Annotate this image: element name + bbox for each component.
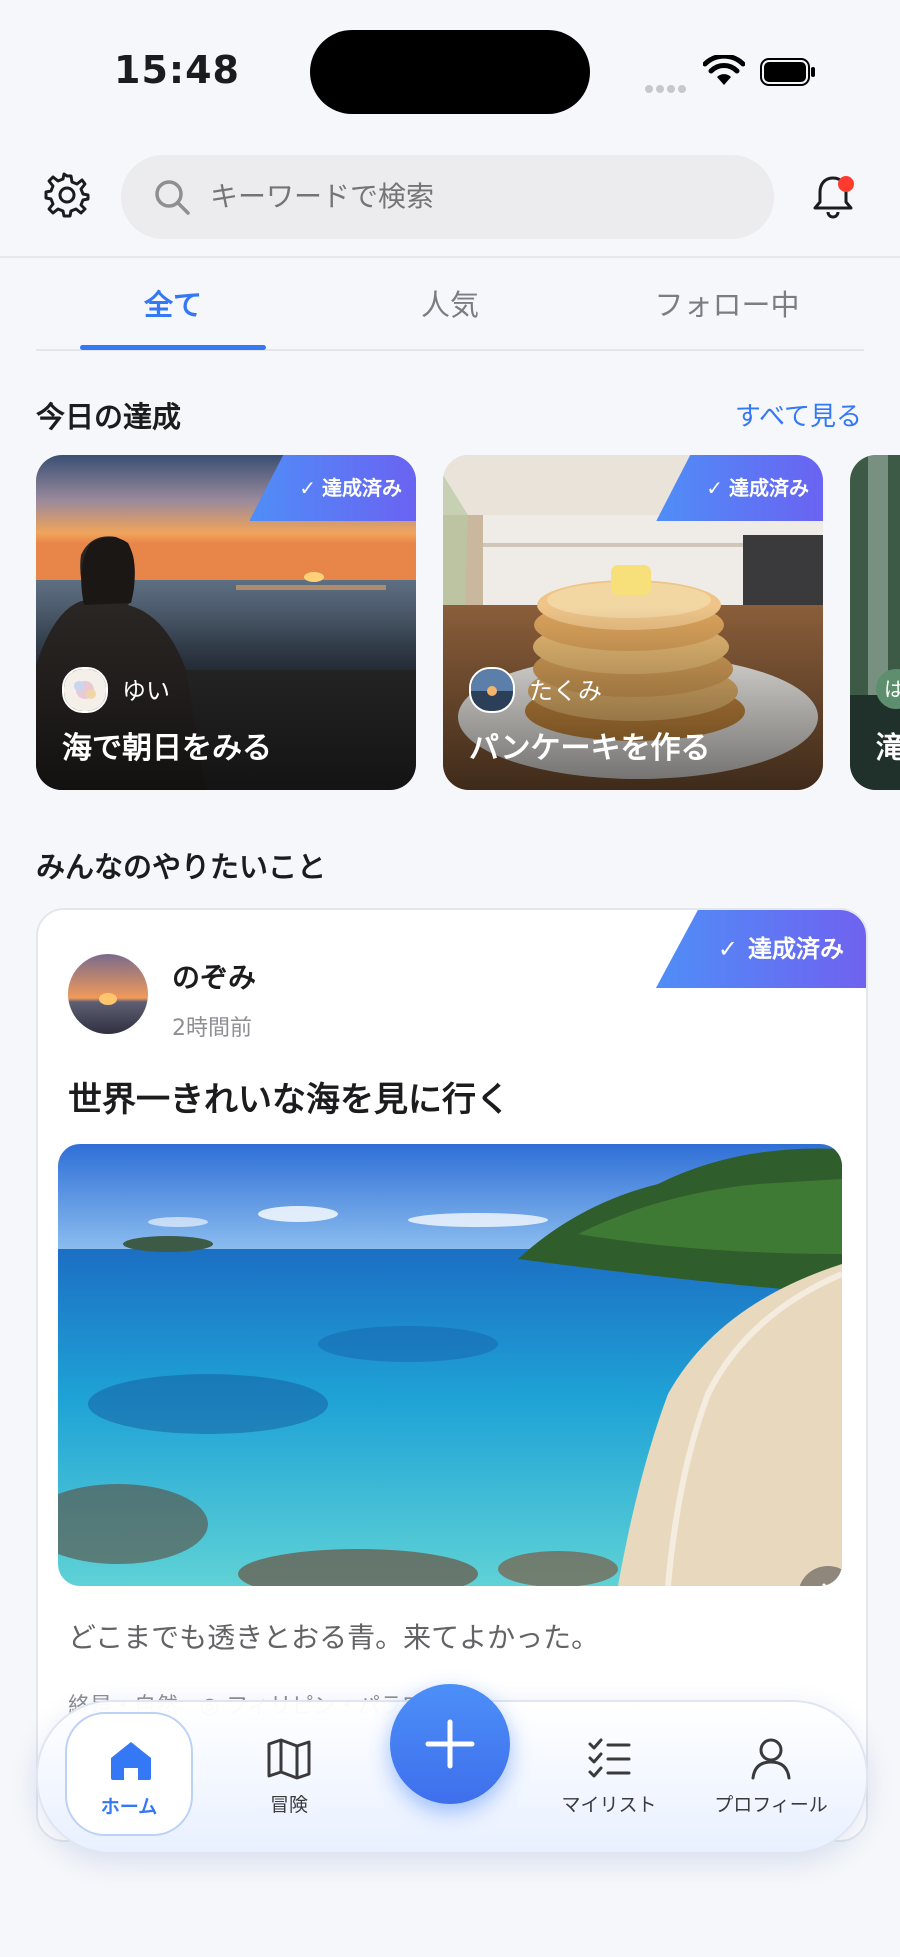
status-time: 15:48 — [114, 48, 240, 92]
checklist-icon — [588, 1738, 631, 1778]
next-image-button[interactable] — [798, 1566, 842, 1586]
see-all-link[interactable]: すべて見る — [700, 396, 862, 433]
check-icon: ✓ — [299, 476, 316, 500]
card-username: たくみ — [529, 677, 602, 705]
avatar — [469, 667, 515, 713]
check-icon: ✓ — [706, 476, 723, 500]
tab-active-indicator — [80, 345, 266, 350]
battery-icon — [760, 58, 815, 86]
chevron-right-icon — [822, 1583, 828, 1586]
section-title-feed: みんなのやりたいこと — [36, 850, 327, 884]
post-photo[interactable] — [58, 1144, 842, 1586]
post-timestamp: 2時間前 — [172, 1016, 252, 1041]
wifi-icon — [703, 55, 745, 85]
search-icon — [155, 180, 190, 215]
card-title: 滝 — [876, 731, 900, 766]
home-icon — [111, 1742, 151, 1780]
nav-mylist[interactable]: マイリスト — [545, 1712, 673, 1836]
nav-adventure[interactable]: 冒険 — [225, 1712, 353, 1836]
nav-home[interactable]: ホーム — [65, 1712, 193, 1836]
card-title: 海で朝日をみる — [62, 731, 272, 766]
post-caption: どこまでも透きとおる青。来てよかった。 — [68, 1621, 600, 1654]
tab-all[interactable]: 全て — [43, 282, 303, 324]
achievement-card[interactable]: は 滝 — [850, 455, 900, 790]
avatar[interactable] — [68, 954, 148, 1034]
plus-icon — [425, 1719, 475, 1769]
dynamic-island — [310, 30, 590, 114]
nav-profile[interactable]: プロフィール — [707, 1712, 835, 1836]
post-username[interactable]: のぞみ — [172, 956, 256, 996]
post-title: 世界一きれいな海を見に行く — [68, 1080, 510, 1120]
person-icon — [751, 1738, 791, 1780]
card-title: パンケーキを作る — [469, 731, 711, 766]
completed-badge: ✓ 達成済み — [655, 910, 866, 988]
tab-following[interactable]: フォロー中 — [597, 282, 857, 324]
achievement-card[interactable]: ✓ 達成済み ゆい 海で朝日をみる — [36, 455, 416, 790]
add-button[interactable] — [390, 1684, 510, 1804]
map-icon — [267, 1738, 311, 1780]
search-input[interactable] — [210, 176, 730, 216]
gear-icon[interactable] — [44, 172, 90, 218]
notification-badge — [838, 176, 854, 192]
cellular-signal-icon — [645, 78, 691, 93]
check-icon: ✓ — [717, 935, 738, 963]
avatar — [62, 667, 108, 713]
section-title-today: 今日の達成 — [36, 400, 182, 434]
card-username: ゆい — [122, 677, 170, 705]
achievement-card[interactable]: ✓ 達成済み たくみ パンケーキを作る — [443, 455, 823, 790]
tab-popular[interactable]: 人気 — [320, 282, 580, 324]
